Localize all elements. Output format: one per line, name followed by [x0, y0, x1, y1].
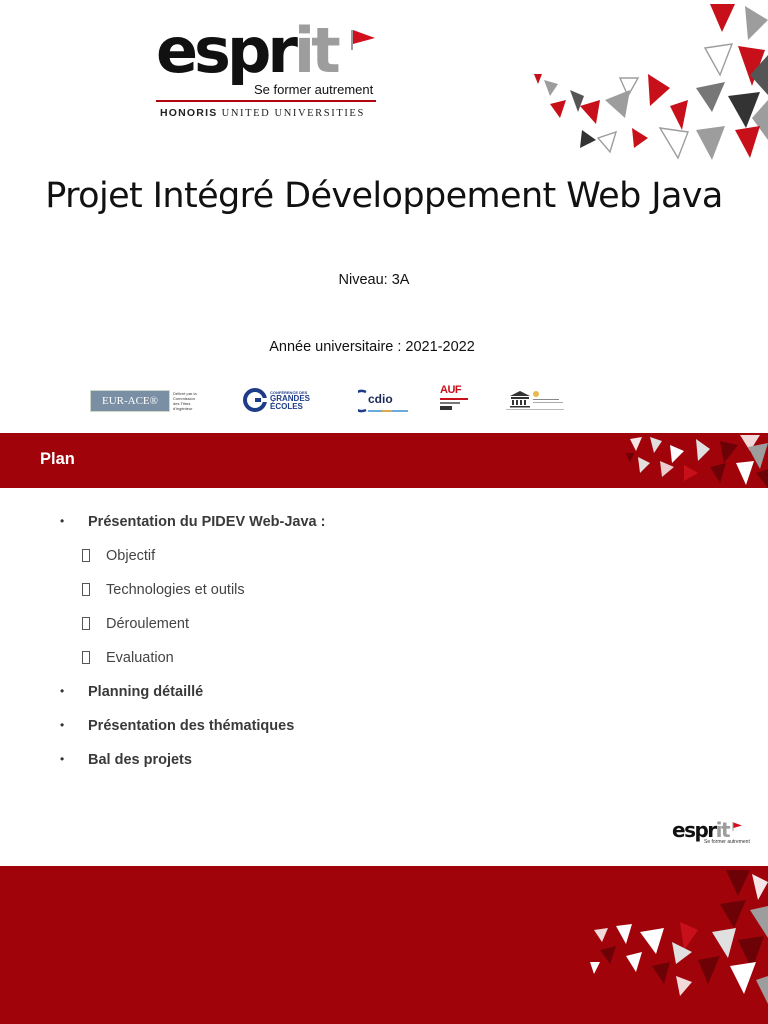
cge-caption-line: ÉCOLES — [270, 401, 303, 411]
cge-emblem-icon — [243, 388, 267, 412]
plan-item-text: Bal des projets — [88, 752, 192, 768]
checkbox-bullet-icon — [82, 651, 90, 664]
bullet-icon: • — [60, 514, 65, 528]
footer-band — [0, 866, 768, 1024]
section-title: Plan — [40, 450, 75, 468]
cge-caption: CONFÉRENCE DES GRANDES ÉCOLES — [270, 390, 310, 411]
academic-year-text: Année universitaire : 2021-2022 — [269, 339, 475, 355]
plan-subitem-text: Evaluation — [106, 650, 174, 666]
checkbox-bullet-icon — [82, 617, 90, 630]
logo-university-bold: HONORIS — [160, 107, 218, 119]
auf-mark: AUF — [440, 384, 468, 410]
eur-ace-caption: Délivré par la Commission des Titres d'i… — [173, 391, 197, 411]
checkbox-bullet-icon — [82, 583, 90, 596]
small-logo-flag-icon — [732, 822, 742, 831]
eur-ace-logo: EUR-ACE® Délivré par la Commission des T… — [90, 390, 197, 412]
logo-divider — [156, 100, 376, 102]
plan-item-text: Planning détaillé — [88, 684, 204, 700]
document-title: Projet Intégré Développement Web Java — [45, 176, 723, 216]
bullet-icon: • — [60, 752, 65, 766]
bullet-icon: • — [60, 684, 65, 698]
auf-lines — [440, 406, 452, 410]
eur-ace-badge: EUR-ACE® — [90, 390, 170, 412]
logo-flag-icon — [351, 30, 375, 50]
cdio-logo: cdio — [358, 388, 410, 414]
plan-subitem-text: Déroulement — [106, 616, 190, 632]
logo-wordmark-main: espr — [156, 14, 298, 87]
esprit-logo: esprit Se former autrement HONORIS UNITE… — [156, 20, 378, 122]
logo-university: HONORIS UNITED UNIVERSITIES — [160, 107, 365, 119]
auf-logo: AUF — [440, 384, 468, 410]
plan-subitem-text: Objectif — [106, 548, 156, 564]
eur-ace-label: EUR-ACE® — [101, 395, 159, 407]
plan-header-band: Plan — [0, 433, 768, 488]
small-logo-tagline: Se former autrement — [704, 839, 750, 845]
triangle-pattern-band — [626, 435, 768, 488]
checkbox-bullet-icon — [82, 549, 90, 562]
plan-subitem-text: Technologies et outils — [106, 582, 245, 598]
auf-label: AUF — [440, 384, 462, 396]
logo-wordmark-accent: it — [293, 14, 341, 87]
auf-lines — [440, 402, 460, 404]
logo-wordmark: esprit — [156, 20, 341, 82]
triangle-pattern-top-right — [534, 4, 768, 160]
bullet-icon: • — [60, 718, 65, 732]
cdio-label: cdio — [368, 392, 393, 406]
accreditation-logos: EUR-ACE® Délivré par la Commission des T… — [0, 380, 768, 420]
logo-tagline: Se former autrement — [254, 82, 374, 97]
triangle-pattern-footer — [590, 870, 768, 1004]
cge-logo: CONFÉRENCE DES GRANDES ÉCOLES — [243, 388, 310, 412]
unesco-temple-icon — [506, 391, 564, 410]
auf-lines — [440, 398, 468, 400]
level-text: Niveau: 3A — [338, 272, 410, 288]
eur-ace-caption-line: d'ingénieur — [173, 406, 193, 411]
unesco-logo — [506, 388, 564, 410]
plan-item-text: Présentation des thématiques — [88, 718, 295, 734]
esprit-logo-small: esprit Se former autrement — [672, 820, 750, 852]
plan-item-text: Présentation du PIDEV Web-Java : — [88, 514, 326, 530]
logo-university-rest: UNITED UNIVERSITIES — [217, 108, 365, 119]
